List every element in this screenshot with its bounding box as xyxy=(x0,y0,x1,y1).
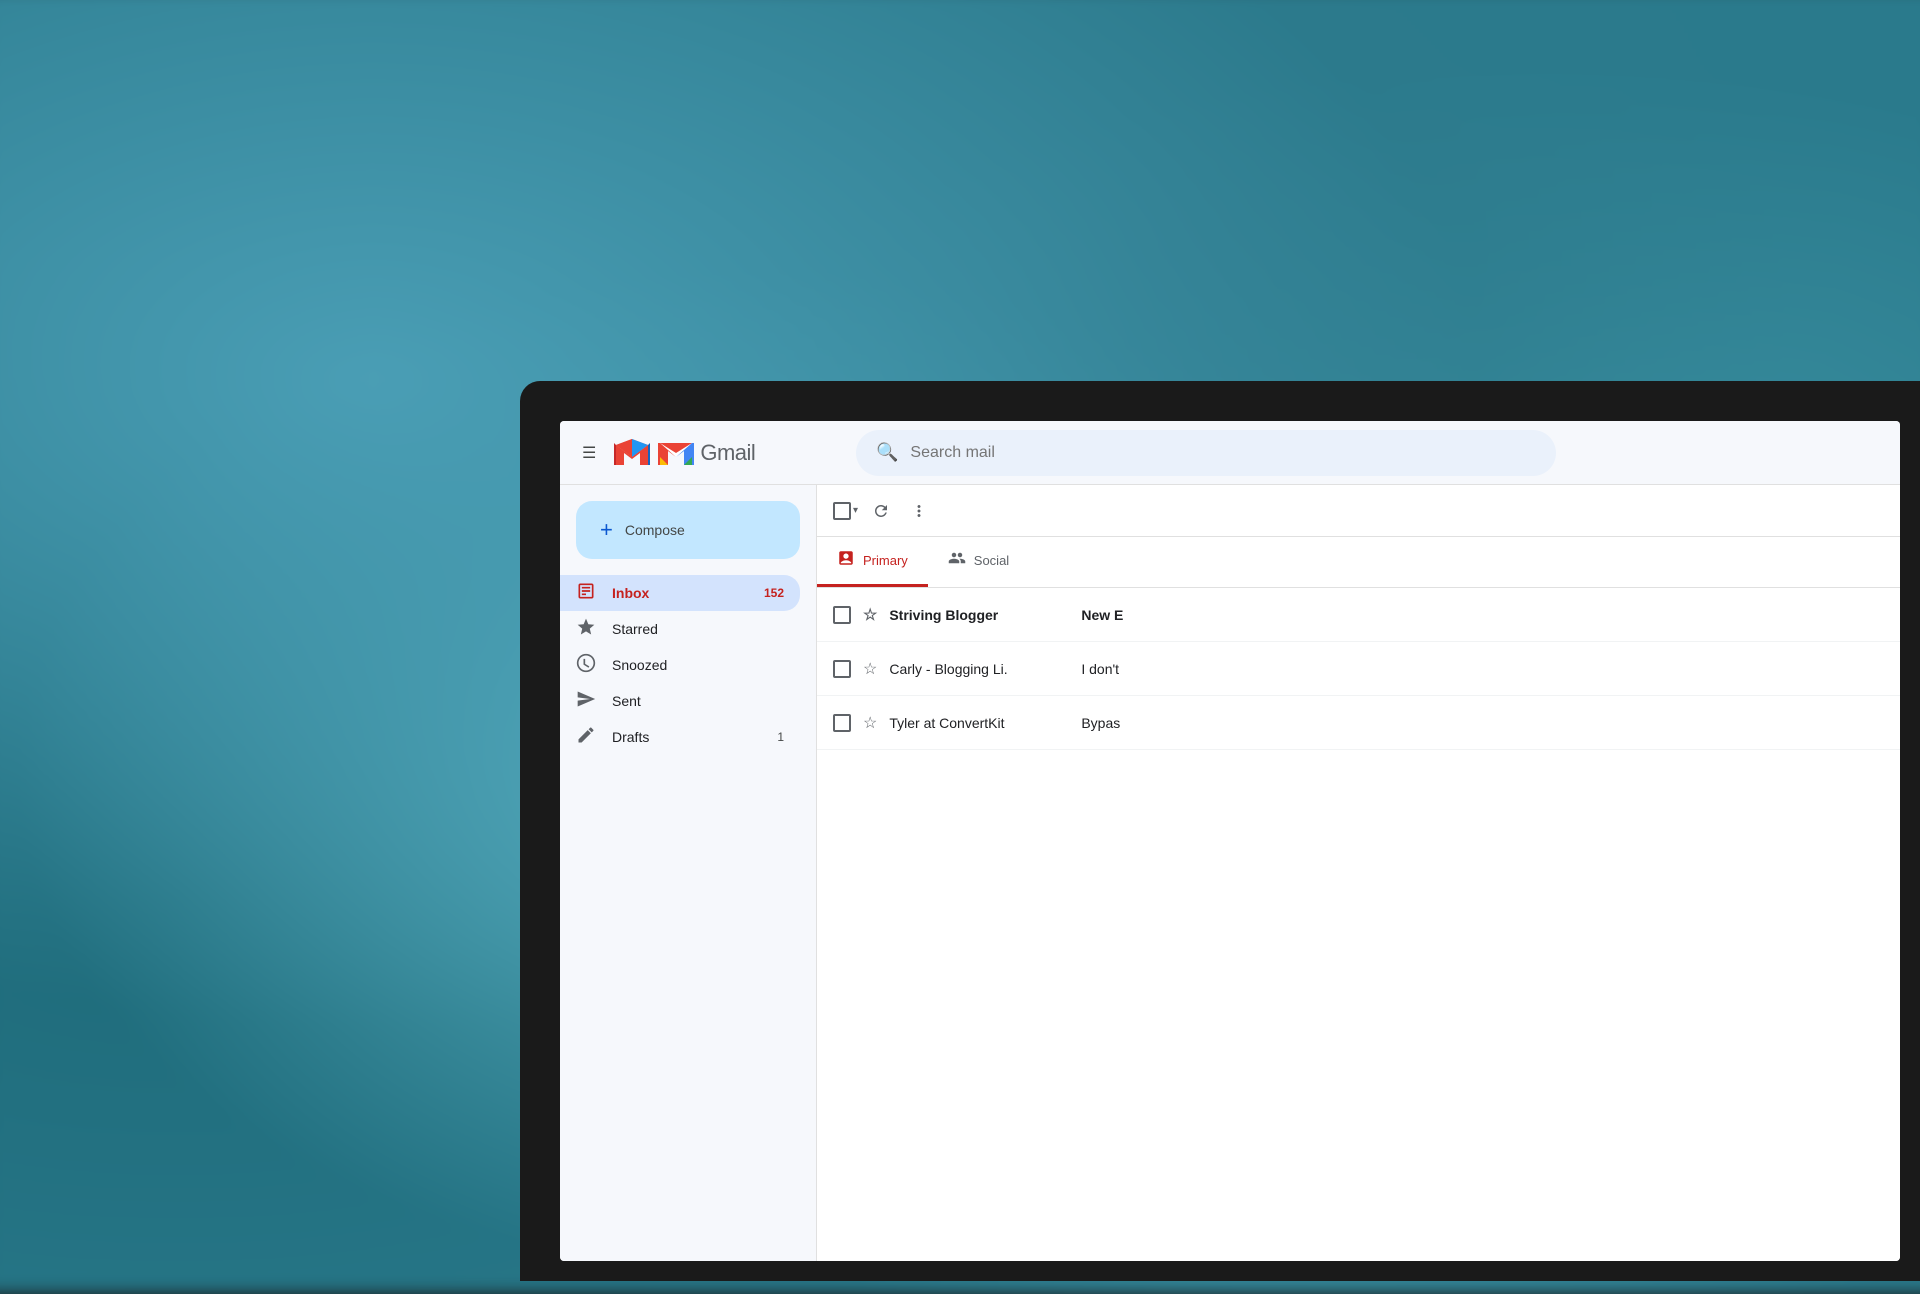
sidebar: + Compose Inbox 152 Starred xyxy=(560,485,816,1261)
tab-primary[interactable]: Primary xyxy=(817,537,928,587)
gmail-text: Gmail xyxy=(700,440,755,466)
sidebar-item-snoozed[interactable]: Snoozed xyxy=(560,647,800,683)
email-subject: I don't xyxy=(1081,661,1884,677)
gmail-logo: Gmail xyxy=(612,437,755,469)
email-star-icon[interactable]: ☆ xyxy=(863,713,877,733)
email-checkbox[interactable] xyxy=(833,660,851,678)
sent-label: Sent xyxy=(612,693,784,709)
email-row[interactable]: ☆ Tyler at ConvertKit Bypas xyxy=(817,696,1900,750)
hamburger-menu-button[interactable]: ☰ xyxy=(576,437,602,469)
email-row[interactable]: ☆ Carly - Blogging Li. I don't xyxy=(817,642,1900,696)
gmail-header: ☰ xyxy=(560,421,1900,485)
email-row[interactable]: ☆ Striving Blogger New E xyxy=(817,588,1900,642)
header-left: ☰ xyxy=(576,437,856,469)
social-tab-label: Social xyxy=(974,553,1009,568)
refresh-button[interactable] xyxy=(866,496,896,526)
main-content: + Compose Inbox 152 Starred xyxy=(560,485,1900,1261)
primary-tab-label: Primary xyxy=(863,553,908,568)
email-list: ☆ Striving Blogger New E ☆ Carly - Blogg… xyxy=(817,588,1900,1261)
tab-social[interactable]: Social xyxy=(928,537,1029,587)
laptop-bezel: ☰ xyxy=(520,381,1920,1281)
inbox-icon xyxy=(576,581,596,606)
gmail-screen: ☰ xyxy=(560,421,1900,1261)
drafts-label: Drafts xyxy=(612,729,761,745)
sidebar-item-sent[interactable]: Sent xyxy=(560,683,800,719)
email-toolbar: ▾ xyxy=(817,485,1900,537)
sidebar-item-starred[interactable]: Starred xyxy=(560,611,800,647)
snoozed-icon xyxy=(576,653,596,678)
gmail-m-icon xyxy=(612,437,652,469)
sidebar-item-drafts[interactable]: Drafts 1 xyxy=(560,719,800,755)
email-subject: Bypas xyxy=(1081,715,1884,731)
gmail-logo-icon xyxy=(658,439,694,467)
email-sender: Carly - Blogging Li. xyxy=(889,661,1069,677)
primary-tab-icon xyxy=(837,549,855,572)
sent-icon xyxy=(576,689,596,714)
email-sender: Tyler at ConvertKit xyxy=(889,715,1069,731)
select-all-checkbox[interactable] xyxy=(833,502,851,520)
drafts-icon xyxy=(576,725,596,750)
more-options-button[interactable] xyxy=(904,496,934,526)
inbox-label: Inbox xyxy=(612,585,748,601)
drafts-count: 1 xyxy=(777,730,784,744)
sidebar-item-inbox[interactable]: Inbox 152 xyxy=(560,575,800,611)
tabs-bar: Primary Social xyxy=(817,537,1900,588)
email-area: ▾ Primary xyxy=(816,485,1900,1261)
search-input[interactable] xyxy=(910,444,1536,462)
email-star-icon[interactable]: ☆ xyxy=(863,605,877,625)
snoozed-label: Snoozed xyxy=(612,657,784,673)
search-bar[interactable]: 🔍 xyxy=(856,430,1556,476)
compose-label: Compose xyxy=(625,522,685,538)
social-tab-icon xyxy=(948,549,966,572)
star-icon xyxy=(576,617,596,642)
email-checkbox[interactable] xyxy=(833,606,851,624)
email-subject: New E xyxy=(1081,607,1884,623)
compose-plus-icon: + xyxy=(600,517,613,543)
compose-button[interactable]: + Compose xyxy=(576,501,800,559)
select-dropdown-arrow[interactable]: ▾ xyxy=(853,505,858,516)
email-sender: Striving Blogger xyxy=(889,607,1069,623)
inbox-count: 152 xyxy=(764,586,784,600)
select-all-dropdown[interactable]: ▾ xyxy=(833,502,858,520)
email-star-icon[interactable]: ☆ xyxy=(863,659,877,679)
starred-label: Starred xyxy=(612,621,784,637)
search-icon: 🔍 xyxy=(876,442,898,463)
email-checkbox[interactable] xyxy=(833,714,851,732)
